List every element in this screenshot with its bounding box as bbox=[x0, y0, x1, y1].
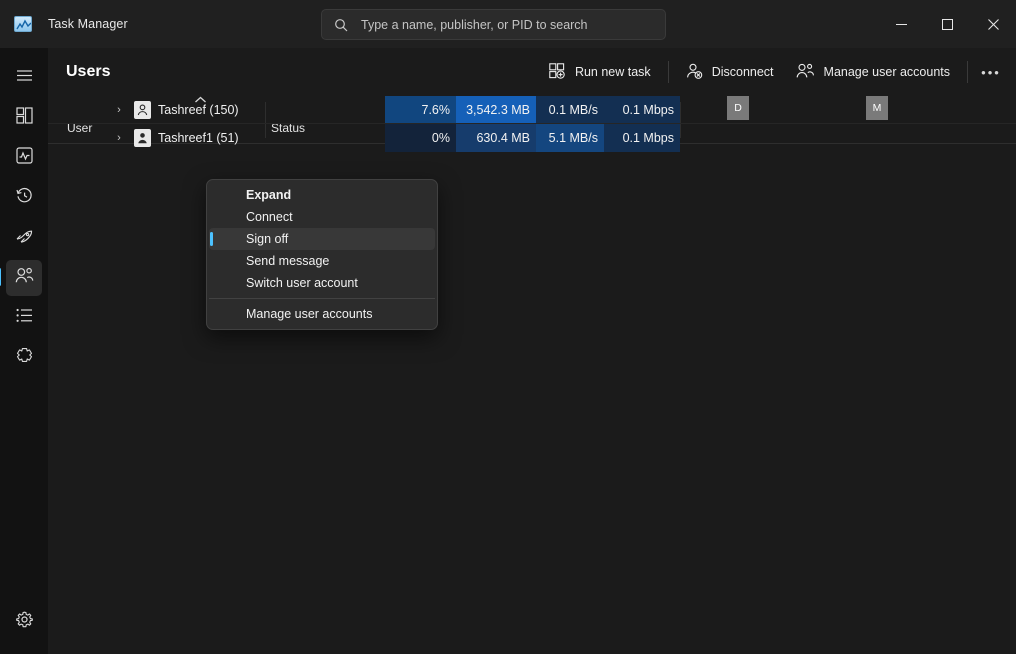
run-new-task-icon bbox=[549, 63, 566, 82]
sidebar-item-details[interactable] bbox=[6, 300, 42, 336]
sidebar-item-hamburger-menu[interactable] bbox=[6, 60, 42, 96]
row-memory-value: 630.4 MB bbox=[454, 129, 530, 147]
sidebar-item-processes[interactable] bbox=[6, 100, 42, 136]
history-clock-icon bbox=[16, 187, 33, 209]
search-box[interactable] bbox=[321, 9, 666, 40]
menu-separator bbox=[209, 298, 435, 299]
row-disk-value: 5.1 MB/s bbox=[534, 129, 598, 147]
disconnect-label: Disconnect bbox=[712, 65, 774, 79]
row-disk-value: 0.1 MB/s bbox=[534, 101, 598, 119]
more-options-button[interactable]: ••• bbox=[974, 56, 1008, 88]
close-button[interactable] bbox=[970, 0, 1016, 48]
row-user-name: Tashreef1 (51) bbox=[158, 129, 239, 147]
command-separator-1 bbox=[668, 61, 669, 83]
command-separator-2 bbox=[967, 61, 968, 83]
row-memory-value: 3,542.3 MB bbox=[454, 101, 530, 119]
disconnect-icon bbox=[686, 63, 703, 82]
manage-user-accounts-icon bbox=[796, 63, 815, 82]
row-network-value: 0.1 Mbps bbox=[602, 101, 674, 119]
command-bar: Users Run bbox=[48, 48, 1016, 96]
search-input[interactable] bbox=[361, 18, 665, 32]
hamburger-icon bbox=[16, 69, 33, 87]
processes-grid-icon bbox=[16, 107, 33, 129]
gear-icon bbox=[16, 611, 33, 633]
row-expander[interactable]: › bbox=[112, 131, 126, 145]
services-gear-icon bbox=[16, 347, 33, 369]
menu-item-switch-user-account[interactable]: Switch user account bbox=[209, 272, 435, 294]
users-icon bbox=[15, 267, 34, 289]
sidebar-item-app-history[interactable] bbox=[6, 180, 42, 216]
table-row[interactable]: › Tashreef (150) 7.6% 3,542.3 MB 0.1 MB/… bbox=[48, 96, 1016, 124]
navigation-sidebar bbox=[0, 48, 48, 654]
minimize-button[interactable] bbox=[878, 0, 924, 48]
menu-item-send-message[interactable]: Send message bbox=[209, 250, 435, 272]
run-new-task-button[interactable]: Run new task bbox=[538, 56, 662, 88]
menu-item-connect[interactable]: Connect bbox=[209, 206, 435, 228]
manage-user-accounts-button[interactable]: Manage user accounts bbox=[785, 56, 961, 88]
run-new-task-label: Run new task bbox=[575, 65, 651, 79]
page-title: Users bbox=[66, 63, 110, 81]
task-manager-window: Task Manager bbox=[0, 0, 1016, 654]
startup-rocket-icon bbox=[15, 228, 33, 248]
task-manager-icon bbox=[14, 16, 32, 32]
table-row[interactable]: › Tashreef1 (51) 0% 630.4 MB 5.1 MB/s 0.… bbox=[48, 124, 1016, 152]
window-body: Users Run bbox=[0, 48, 1016, 654]
disconnect-button[interactable]: Disconnect bbox=[675, 56, 785, 88]
menu-item-sign-off[interactable]: Sign off bbox=[209, 228, 435, 250]
menu-item-manage-user-accounts[interactable]: Manage user accounts bbox=[209, 303, 435, 325]
sidebar-item-users[interactable] bbox=[6, 260, 42, 296]
row-user-name: Tashreef (150) bbox=[158, 101, 239, 119]
details-list-icon bbox=[16, 308, 33, 328]
performance-pulse-icon bbox=[16, 147, 33, 169]
users-table: User Status 10% CPU 70% Memory 4% bbox=[48, 96, 1016, 654]
row-network-value: 0.1 Mbps bbox=[602, 129, 674, 147]
maximize-button[interactable] bbox=[924, 0, 970, 48]
command-actions: Run new task bbox=[538, 48, 1008, 96]
row-cpu-value: 7.6% bbox=[376, 101, 450, 119]
row-cpu-value: 0% bbox=[376, 129, 450, 147]
sidebar-item-performance[interactable] bbox=[6, 140, 42, 176]
row-expander[interactable]: › bbox=[112, 103, 126, 117]
title-bar: Task Manager bbox=[0, 0, 1016, 48]
user-filled-icon bbox=[134, 129, 151, 147]
sidebar-item-settings[interactable] bbox=[6, 604, 42, 640]
manage-user-accounts-label: Manage user accounts bbox=[824, 65, 950, 79]
window-controls bbox=[878, 0, 1016, 48]
sidebar-item-startup-apps[interactable] bbox=[6, 220, 42, 256]
sidebar-item-services[interactable] bbox=[6, 340, 42, 376]
user-outline-icon bbox=[134, 101, 151, 119]
search-icon bbox=[334, 18, 348, 32]
context-menu: Expand Connect Sign off Send message Swi… bbox=[206, 179, 438, 330]
window-title: Task Manager bbox=[48, 17, 128, 31]
content-area: Users Run bbox=[48, 48, 1016, 654]
menu-item-expand[interactable]: Expand bbox=[209, 184, 435, 206]
